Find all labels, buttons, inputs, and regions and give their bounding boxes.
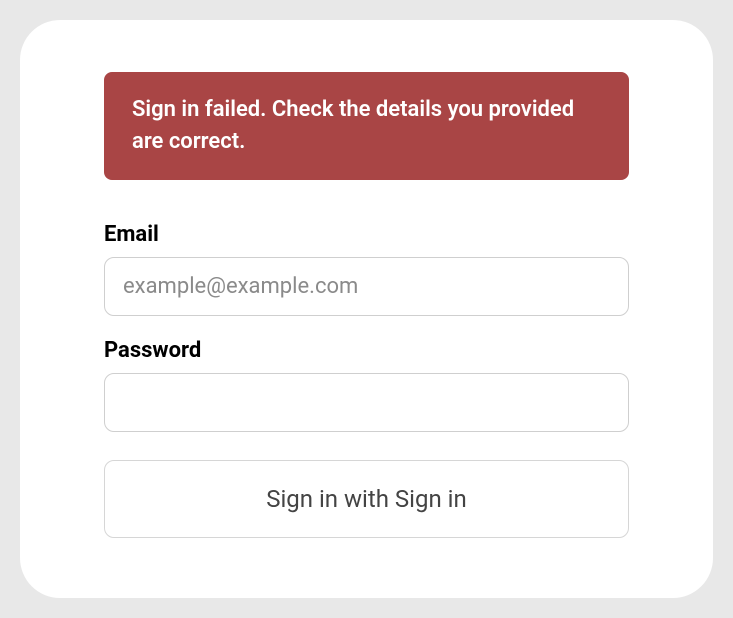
email-label: Email [104, 222, 629, 247]
signin-button[interactable]: Sign in with Sign in [104, 460, 629, 538]
email-field[interactable] [104, 257, 629, 316]
password-label: Password [104, 338, 629, 363]
password-group: Password [104, 338, 629, 432]
error-alert: Sign in failed. Check the details you pr… [104, 72, 629, 180]
error-message: Sign in failed. Check the details you pr… [132, 97, 574, 154]
signin-card: Sign in failed. Check the details you pr… [20, 20, 713, 598]
email-group: Email [104, 222, 629, 316]
password-field[interactable] [104, 373, 629, 432]
